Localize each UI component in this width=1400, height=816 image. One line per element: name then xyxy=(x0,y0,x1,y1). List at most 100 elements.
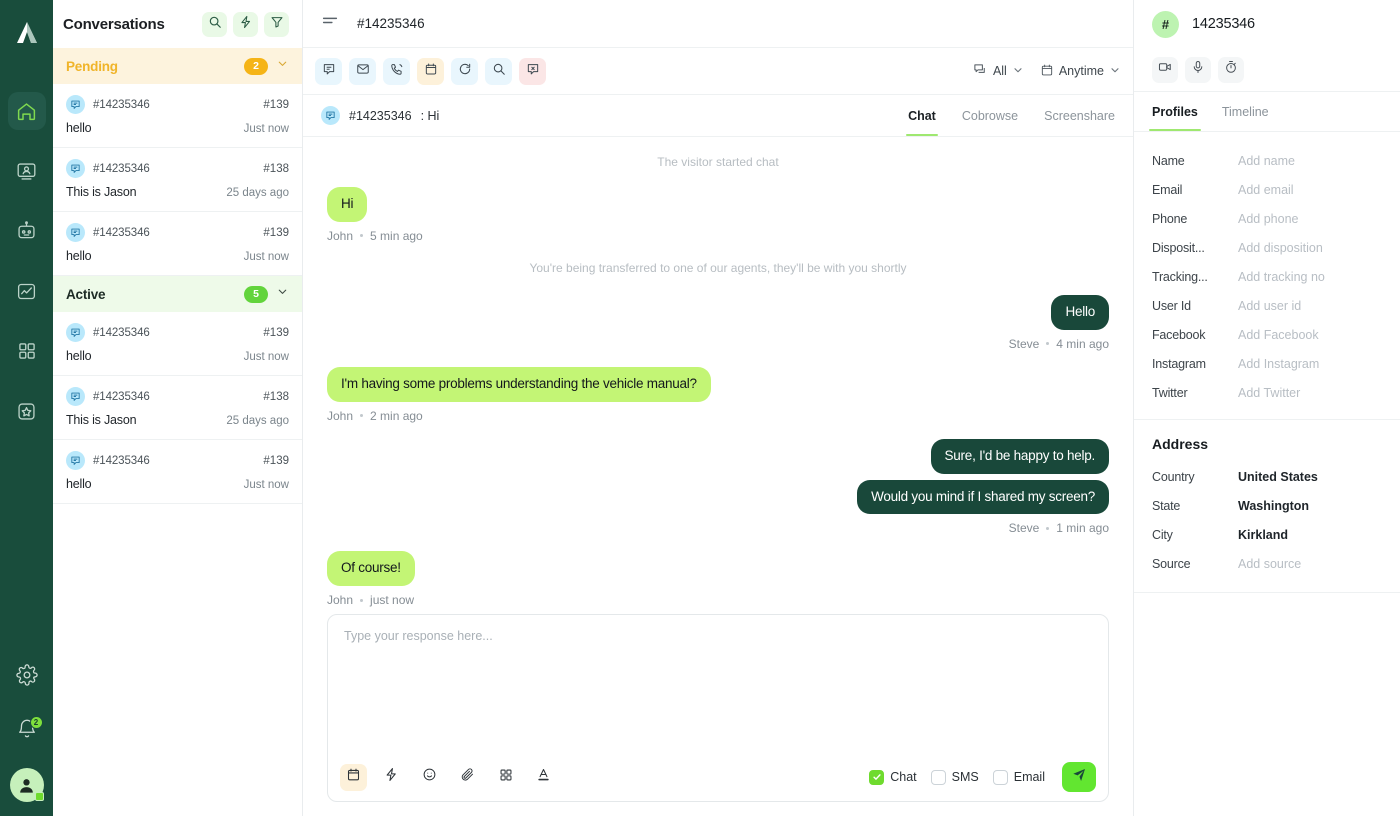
video-call-button[interactable] xyxy=(1152,56,1178,83)
channel-email-checkbox[interactable]: Email xyxy=(992,769,1045,785)
sidebar-item-notifications[interactable]: 2 xyxy=(8,712,46,750)
tool-closed-button[interactable] xyxy=(519,57,546,85)
field-value[interactable]: Washington xyxy=(1238,499,1309,513)
chevron-down-icon[interactable] xyxy=(276,285,289,303)
tab-chat[interactable]: Chat xyxy=(906,95,938,136)
voice-call-button[interactable] xyxy=(1185,56,1211,83)
composer-calendar-button[interactable] xyxy=(340,763,367,791)
channel-sms-checkbox[interactable]: SMS xyxy=(930,769,979,785)
response-input[interactable]: Type your response here... xyxy=(328,615,1108,753)
message-bubble: Hello xyxy=(1051,294,1109,330)
field-value[interactable]: Add Facebook xyxy=(1238,328,1319,342)
list-item[interactable]: #14235346 #138 This is Jason 25 days ago xyxy=(53,148,302,212)
profile-field-name[interactable]: Name Add name xyxy=(1152,146,1382,175)
conversation-preview: This is Jason xyxy=(66,185,137,199)
filter-button[interactable] xyxy=(264,11,289,37)
collapse-list-icon[interactable] xyxy=(321,12,339,35)
field-value[interactable]: Add tracking no xyxy=(1238,270,1325,284)
conversation-toolbar: All Anytime xyxy=(303,48,1133,95)
group-header-pending[interactable]: Pending 2 xyxy=(53,48,302,84)
profile-field-instagram[interactable]: Instagram Add Instagram xyxy=(1152,349,1382,378)
profile-field-phone[interactable]: Phone Add phone xyxy=(1152,204,1382,233)
tool-schedule-button[interactable] xyxy=(417,57,444,85)
list-item[interactable]: #14235346 #139 hello Just now xyxy=(53,212,302,276)
smiley-icon xyxy=(422,767,437,787)
list-item[interactable]: #14235346 #139 hello Just now xyxy=(53,84,302,148)
avatar[interactable] xyxy=(9,768,44,802)
field-value[interactable]: United States xyxy=(1238,470,1318,484)
address-field-source[interactable]: Source Add source xyxy=(1152,549,1382,578)
sidebar-item-favorites[interactable] xyxy=(8,392,46,430)
field-value[interactable]: Add disposition xyxy=(1238,241,1323,255)
field-value[interactable]: Add user id xyxy=(1238,299,1301,313)
address-field-city[interactable]: City Kirkland xyxy=(1152,520,1382,549)
lightning-icon xyxy=(239,15,253,34)
sidebar-item-analytics[interactable] xyxy=(8,272,46,310)
timer-button[interactable] xyxy=(1218,56,1244,83)
search-button[interactable] xyxy=(202,11,227,37)
profile-field-email[interactable]: Email Add email xyxy=(1152,175,1382,204)
field-value[interactable]: Add source xyxy=(1238,557,1301,571)
profile-field-facebook[interactable]: Facebook Add Facebook xyxy=(1152,320,1382,349)
time-filter-label: Anytime xyxy=(1058,64,1104,78)
tab-timeline[interactable]: Timeline xyxy=(1222,92,1269,131)
field-value[interactable]: Add phone xyxy=(1238,212,1298,226)
profile-field-disposition[interactable]: Disposit... Add disposition xyxy=(1152,233,1382,262)
field-label: Tracking... xyxy=(1152,269,1208,284)
send-button[interactable] xyxy=(1062,762,1096,792)
chat-stack-icon xyxy=(973,62,988,80)
field-value[interactable]: Add name xyxy=(1238,154,1295,168)
message-author: Steve xyxy=(1008,336,1040,351)
sidebar-item-bots[interactable] xyxy=(8,212,46,250)
profile-field-twitter[interactable]: Twitter Add Twitter xyxy=(1152,378,1382,407)
sidebar-item-apps[interactable] xyxy=(8,332,46,370)
group-header-active[interactable]: Active 5 xyxy=(53,276,302,312)
list-item[interactable]: #14235346 #139 hello Just now xyxy=(53,312,302,376)
chevron-down-icon[interactable] xyxy=(276,57,289,75)
conversation-id: #14235346 xyxy=(93,162,150,175)
composer-emoji-button[interactable] xyxy=(416,764,443,791)
list-item[interactable]: #14235346 #138 This is Jason 25 days ago xyxy=(53,376,302,440)
message-time: 4 min ago xyxy=(1056,336,1109,351)
message-incoming: Of course! John just now xyxy=(327,551,1109,607)
field-value[interactable]: Kirkland xyxy=(1238,528,1288,542)
quick-actions-button[interactable] xyxy=(233,11,258,37)
sidebar-item-visitors[interactable] xyxy=(8,152,46,190)
composer-text-format-button[interactable] xyxy=(530,764,557,791)
channel-filter-dropdown[interactable]: All xyxy=(973,62,1024,80)
profile-fields: Name Add name Email Add email Phone Add … xyxy=(1134,132,1400,420)
field-value[interactable]: Add Twitter xyxy=(1238,386,1300,400)
profile-field-tracking[interactable]: Tracking... Add tracking no xyxy=(1152,262,1382,291)
tab-screenshare[interactable]: Screenshare xyxy=(1044,95,1115,136)
tool-refresh-button[interactable] xyxy=(451,57,478,85)
visitor-actions xyxy=(1134,48,1400,92)
field-value[interactable]: Add email xyxy=(1238,183,1294,197)
address-field-state[interactable]: State Washington xyxy=(1152,491,1382,520)
message-meta: John just now xyxy=(327,593,1109,607)
tool-search-button[interactable] xyxy=(485,57,512,85)
list-item[interactable]: #14235346 #139 hello Just now xyxy=(53,440,302,504)
time-filter-dropdown[interactable]: Anytime xyxy=(1040,63,1121,80)
tab-cobrowse[interactable]: Cobrowse xyxy=(962,95,1018,136)
composer-apps-button[interactable] xyxy=(492,764,519,791)
sidebar-item-home[interactable] xyxy=(7,92,46,130)
star-box-icon xyxy=(16,401,37,422)
conversation-number: #139 xyxy=(263,454,289,467)
field-value[interactable]: Add Instagram xyxy=(1238,357,1319,371)
home-icon xyxy=(16,101,37,122)
address-field-country[interactable]: Country United States xyxy=(1152,462,1382,491)
message-bubble: Of course! xyxy=(327,551,415,587)
tab-profiles[interactable]: Profiles xyxy=(1149,92,1201,131)
composer-quick-reply-button[interactable] xyxy=(378,764,405,791)
tool-email-button[interactable] xyxy=(349,57,376,85)
tool-call-button[interactable] xyxy=(383,57,410,85)
calendar-icon xyxy=(346,767,361,787)
gear-icon xyxy=(15,664,38,686)
left-rail: 2 xyxy=(0,0,53,816)
profile-field-user-id[interactable]: User Id Add user id xyxy=(1152,291,1382,320)
channel-chat-checkbox[interactable]: Chat xyxy=(869,769,917,785)
composer-attach-button[interactable] xyxy=(454,764,481,791)
tool-chat-button[interactable] xyxy=(315,57,342,85)
message-bubble-group: Sure, I'd be happy to help. Would you mi… xyxy=(857,438,1109,515)
sidebar-item-settings[interactable] xyxy=(8,656,46,694)
